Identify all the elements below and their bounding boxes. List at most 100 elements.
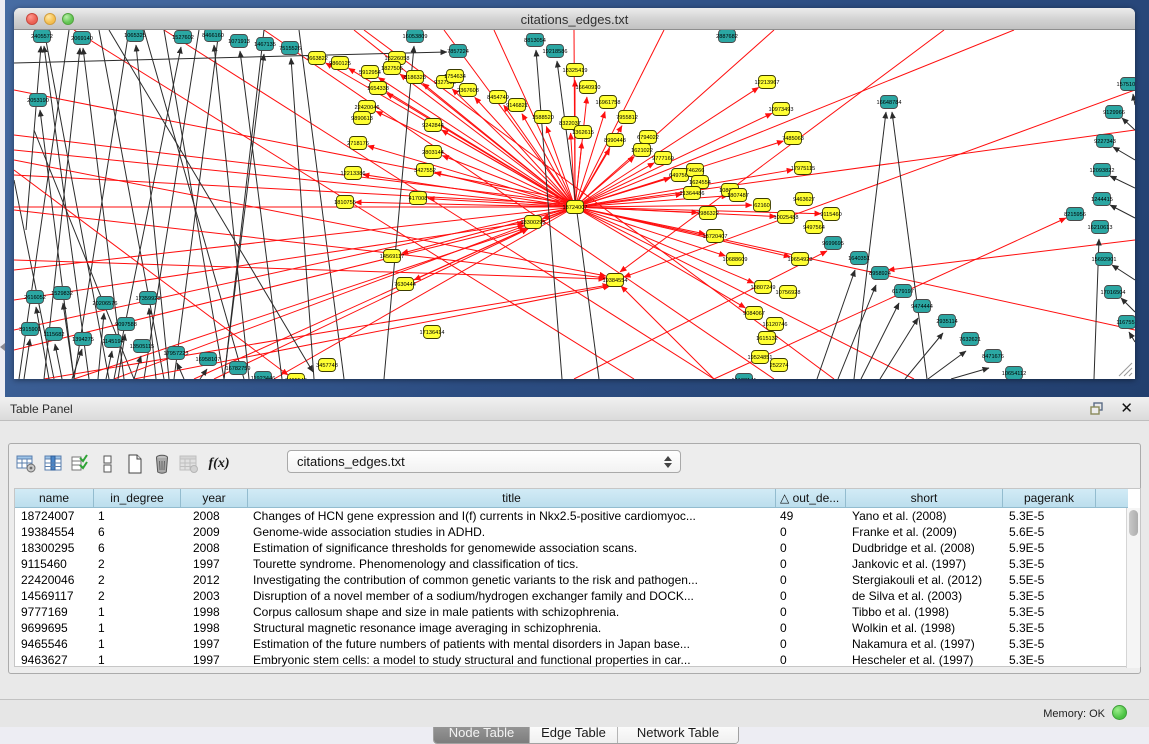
graph-node[interactable]: 7955812 xyxy=(616,111,638,124)
table-row[interactable]: 1830029562008Estimation of significance … xyxy=(15,540,1128,556)
graph-node[interactable]: 9890613 xyxy=(351,112,373,125)
create-column-button[interactable] xyxy=(121,450,148,478)
graph-node[interactable]: 1754634 xyxy=(444,70,466,83)
graph-node[interactable]: 16210613 xyxy=(1088,221,1113,234)
graph-edge[interactable] xyxy=(1112,265,1135,280)
graph-edge[interactable] xyxy=(14,180,54,379)
graph-node[interactable]: 9463627 xyxy=(793,193,815,206)
table-cell[interactable]: 49 xyxy=(776,508,846,524)
table-row[interactable]: 946362711997Embryonic stem cells: a mode… xyxy=(15,652,1128,668)
graph-node[interactable]: 3427552 xyxy=(414,164,436,177)
table-row[interactable]: 977716911998Corpus callosum shape and si… xyxy=(15,604,1128,620)
table-row[interactable]: 946554611997Estimation of the future num… xyxy=(15,636,1128,652)
table-cell[interactable]: 9115460 xyxy=(15,556,94,572)
graph-node[interactable]: 12213386 xyxy=(341,167,366,180)
graph-node[interactable]: 2887682 xyxy=(716,30,738,43)
table-cell[interactable]: 22420046 xyxy=(15,572,94,588)
graph-node[interactable]: 1588520 xyxy=(532,111,554,124)
graph-node[interactable]: 19218586 xyxy=(543,45,568,58)
graph-node[interactable]: 12093822 xyxy=(1090,164,1115,177)
table-cell[interactable]: 5.3E-5 xyxy=(1003,652,1096,668)
close-panel-icon[interactable]: ✕ xyxy=(1120,399,1133,417)
graph-node[interactable]: 7485063 xyxy=(782,132,804,145)
graph-node[interactable]: 17957223 xyxy=(164,347,189,360)
graph-edge[interactable] xyxy=(575,207,1135,330)
graph-edge[interactable] xyxy=(575,30,1014,207)
table-cell[interactable]: Corpus callosum shape and size in male p… xyxy=(248,604,776,620)
graph-node[interactable]: 17359928 xyxy=(136,292,161,305)
graph-edge[interactable] xyxy=(134,356,141,379)
graph-node[interactable]: 2616052 xyxy=(24,291,46,304)
graph-node[interactable]: 9860125 xyxy=(329,57,351,70)
graph-node[interactable]: 9227343 xyxy=(1094,135,1116,148)
graph-node[interactable]: 8990448 xyxy=(604,134,626,147)
graph-node[interactable]: 15751074 xyxy=(1117,78,1135,91)
graph-edge[interactable] xyxy=(1113,147,1135,160)
table-cell[interactable]: 5.3E-5 xyxy=(1003,620,1096,636)
graph-edge[interactable] xyxy=(55,344,62,379)
graph-edge[interactable] xyxy=(817,270,855,379)
table-cell[interactable]: 1 xyxy=(94,604,181,620)
graph-node[interactable]: 10025488 xyxy=(774,211,799,224)
table-cell[interactable]: 5.3E-5 xyxy=(1003,588,1096,604)
graph-node[interactable]: 2935114 xyxy=(936,315,957,328)
table-cell[interactable]: Hescheler et al. (1997) xyxy=(846,652,1003,668)
graph-edge[interactable] xyxy=(24,339,30,379)
graph-edge[interactable] xyxy=(575,156,634,207)
graph-node[interactable]: 16958107 xyxy=(196,353,221,366)
graph-node[interactable]: 1145194 xyxy=(102,335,123,348)
graph-node[interactable]: 18724007 xyxy=(563,201,588,214)
select-column-button[interactable] xyxy=(40,450,67,478)
graph-node[interactable]: 2803144 xyxy=(422,146,444,159)
table-cell[interactable]: 9465546 xyxy=(15,636,94,652)
table-cell[interactable]: Wolkin et al. (1998) xyxy=(846,620,1003,636)
network-canvas[interactable]: 2405572206914010653251527602846616010719… xyxy=(14,30,1135,379)
graph-node[interactable]: 18720407 xyxy=(703,230,728,243)
graph-node[interactable]: 252274 xyxy=(770,359,789,372)
graph-node[interactable]: 2405572 xyxy=(31,30,53,43)
graph-node[interactable]: 6794022 xyxy=(637,131,659,144)
table-row[interactable]: 1872400712008Changes of HCN gene express… xyxy=(15,508,1128,524)
graph-node[interactable]: 1640351 xyxy=(848,252,870,265)
graph-node[interactable]: 8186328 xyxy=(404,71,426,84)
table-cell[interactable]: 0 xyxy=(776,556,846,572)
table-row[interactable]: 1456911722003Disruption of a novel membe… xyxy=(15,588,1128,604)
table-cell[interactable]: 18724007 xyxy=(15,508,94,524)
graph-node[interactable]: 19524851 xyxy=(748,351,773,364)
graph-edge[interactable] xyxy=(1110,205,1135,218)
graph-node[interactable]: 7630444 xyxy=(394,278,416,291)
graph-node[interactable]: 9242844 xyxy=(422,119,444,132)
graph-node[interactable]: 1827505 xyxy=(381,62,403,75)
table-cell[interactable]: 2 xyxy=(94,556,181,572)
table-row[interactable]: 1938455462009Genome-wide association stu… xyxy=(15,524,1128,540)
graph-node[interactable]: 1807487 xyxy=(727,189,749,202)
table-cell[interactable]: 0 xyxy=(776,652,846,668)
table-cell[interactable]: 1998 xyxy=(181,604,248,620)
graph-node[interactable]: 2367608 xyxy=(457,84,479,97)
table-cell[interactable]: 0 xyxy=(776,604,846,620)
graph-edge[interactable] xyxy=(14,260,605,279)
graph-node[interactable]: 6179197 xyxy=(892,285,914,298)
graph-node[interactable]: 2053190 xyxy=(27,94,49,107)
graph-edge[interactable] xyxy=(1129,332,1135,342)
table-cell[interactable]: 9463627 xyxy=(15,652,94,668)
table-cell[interactable]: 2 xyxy=(94,572,181,588)
graph-edge[interactable] xyxy=(214,45,249,379)
table-row[interactable]: 2242004622012Investigating the contribut… xyxy=(15,572,1128,588)
graph-node[interactable]: 7663822 xyxy=(306,52,328,65)
graph-node[interactable]: 16120746 xyxy=(763,318,788,331)
column-header-5[interactable]: short xyxy=(846,489,1003,508)
table-cell[interactable]: 2008 xyxy=(181,508,248,524)
table-cell[interactable]: 0 xyxy=(776,620,846,636)
memory-status-indicator[interactable] xyxy=(1112,705,1127,720)
resize-grip[interactable] xyxy=(1119,363,1132,376)
graph-node[interactable]: 1527602 xyxy=(172,31,194,44)
table-cell[interactable]: Jankovic et al. (1997) xyxy=(846,556,1003,572)
graph-edge[interactable] xyxy=(861,303,899,379)
table-cell[interactable]: Changes of HCN gene expression and I(f) … xyxy=(248,508,776,524)
graph-node[interactable]: 11923446 xyxy=(251,372,275,380)
column-header-4[interactable]: △ out_de... xyxy=(776,489,846,508)
graph-edge[interactable] xyxy=(72,349,82,379)
graph-node[interactable]: 17975115 xyxy=(791,162,815,175)
graph-node[interactable]: 9699695 xyxy=(822,237,844,250)
